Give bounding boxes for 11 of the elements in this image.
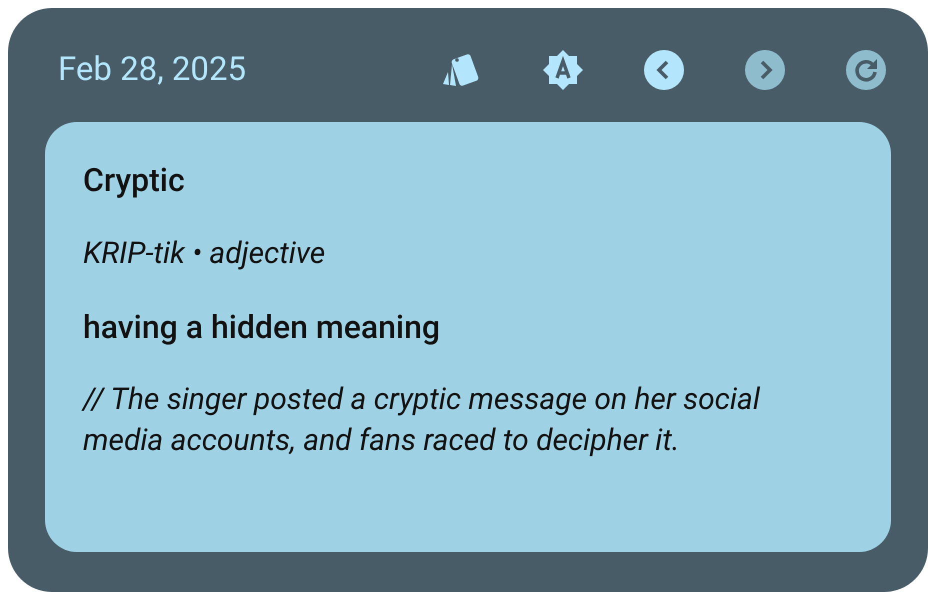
brightness-icon <box>541 48 585 92</box>
example-sentence: // The singer posted a cryptic message on her social media accounts, and fans raced to decipher it. <box>83 381 762 460</box>
pronunciation-text: KRIP-tik • adjective <box>83 235 326 273</box>
chevron-left-icon <box>644 50 684 90</box>
brightness-button[interactable] <box>541 48 585 92</box>
chevron-right-icon <box>745 50 785 90</box>
date-label: Feb 28, 2025 <box>58 49 246 92</box>
refresh-icon <box>846 50 886 90</box>
previous-button[interactable] <box>642 48 686 92</box>
word-title: Cryptic <box>83 160 186 200</box>
definition-text: having a hidden meaning <box>83 307 442 347</box>
